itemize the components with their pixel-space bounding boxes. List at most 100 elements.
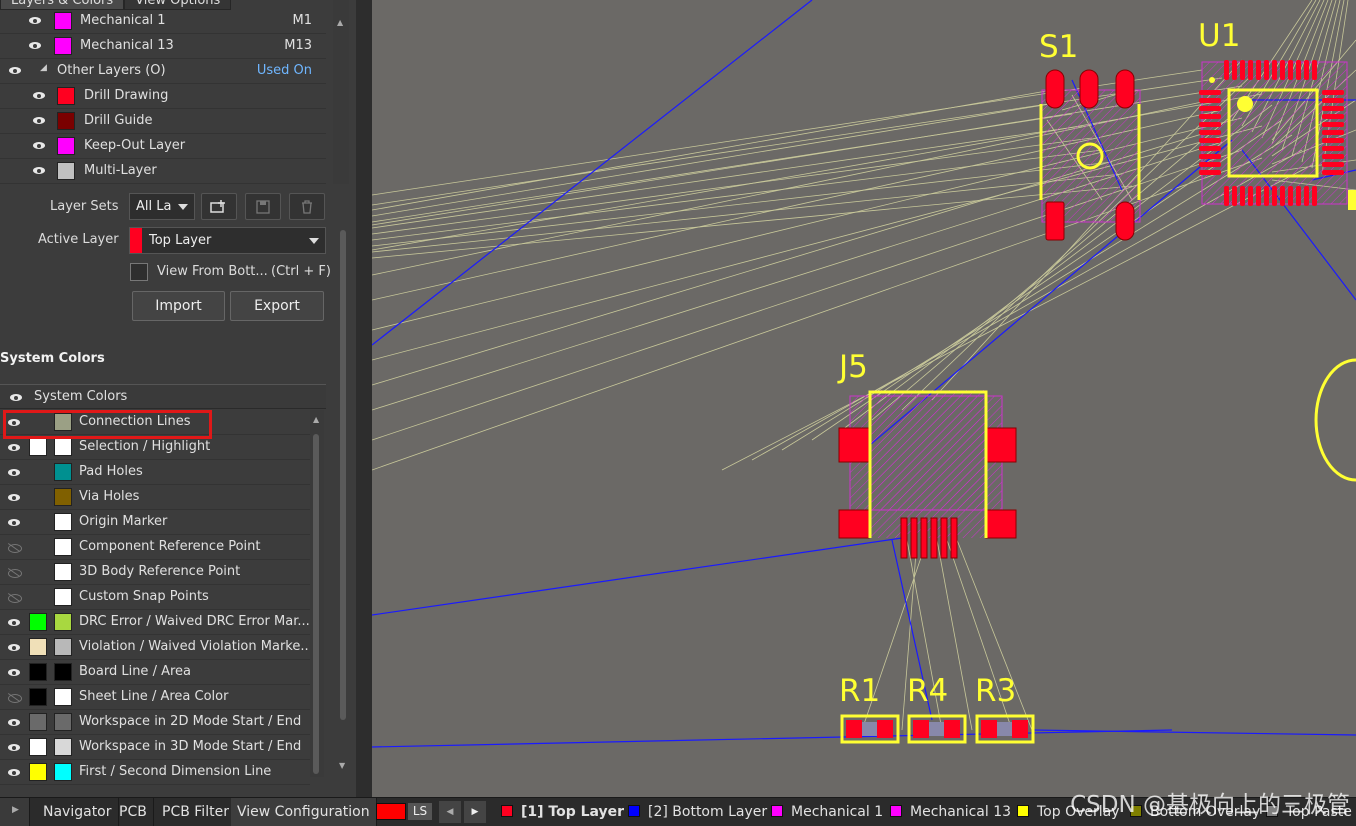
designator-u1[interactable]: U1 bbox=[1198, 21, 1240, 52]
layer-next-button[interactable]: ▶ bbox=[464, 801, 486, 823]
component-s1[interactable] bbox=[1039, 69, 1141, 241]
system-color-row[interactable]: Workspace in 3D Mode Start / End bbox=[0, 735, 310, 760]
layer-row-drill-drawing[interactable]: Drill Drawing bbox=[0, 84, 326, 109]
system-colors-scrollbar[interactable]: ▲ bbox=[310, 410, 324, 777]
eye-icon[interactable] bbox=[8, 443, 22, 453]
system-color-row[interactable]: First / Second Dimension Line bbox=[0, 760, 310, 785]
designator-s1[interactable]: S1 bbox=[1039, 32, 1078, 63]
selection-color-swatch[interactable] bbox=[29, 663, 47, 681]
system-color-swatch[interactable] bbox=[54, 463, 72, 481]
system-color-swatch[interactable] bbox=[54, 588, 72, 606]
system-color-swatch[interactable] bbox=[54, 538, 72, 556]
eye-icon[interactable] bbox=[33, 141, 47, 151]
layer-color-swatch[interactable] bbox=[57, 162, 75, 180]
tab-view-configuration[interactable]: View Configuration bbox=[231, 798, 377, 826]
view-from-bottom-checkbox[interactable] bbox=[130, 263, 148, 281]
system-color-swatch[interactable] bbox=[54, 488, 72, 506]
layer-color-swatch[interactable] bbox=[57, 112, 75, 130]
layer-tab-bottom-layer[interactable]: [2] Bottom Layer bbox=[628, 798, 767, 826]
system-color-row[interactable]: Workspace in 2D Mode Start / End bbox=[0, 710, 310, 735]
eye-icon[interactable] bbox=[33, 116, 47, 126]
layer-tab-mechanical-13[interactable]: Mechanical 13 bbox=[890, 798, 1011, 826]
eye-icon[interactable] bbox=[29, 16, 43, 26]
layer-color-swatch[interactable] bbox=[54, 37, 72, 55]
system-color-row[interactable]: Pad Holes bbox=[0, 460, 310, 485]
eye-hidden-icon[interactable] bbox=[8, 543, 22, 553]
selection-color-swatch[interactable] bbox=[29, 638, 47, 656]
current-layer-color-icon[interactable] bbox=[376, 803, 406, 820]
component-r4[interactable] bbox=[907, 714, 967, 744]
eye-icon[interactable] bbox=[9, 66, 23, 76]
collapse-arrow-icon[interactable]: ◢ bbox=[40, 63, 47, 73]
eye-icon[interactable] bbox=[8, 518, 22, 528]
import-button[interactable]: Import bbox=[132, 291, 225, 321]
eye-hidden-icon[interactable] bbox=[8, 593, 22, 603]
layer-color-swatch[interactable] bbox=[54, 12, 72, 30]
system-color-swatch[interactable] bbox=[54, 763, 72, 781]
system-color-swatch[interactable] bbox=[54, 638, 72, 656]
layer-row-multi-layer[interactable]: Multi-Layer bbox=[0, 159, 326, 184]
panel-scroll-thumb[interactable] bbox=[340, 230, 346, 720]
system-color-swatch[interactable] bbox=[54, 713, 72, 731]
panel-splitter[interactable] bbox=[356, 0, 372, 797]
layer-prev-button[interactable]: ◀ bbox=[439, 801, 461, 823]
layer-row-mechanical-1[interactable]: Mechanical 1 M1 bbox=[0, 9, 326, 34]
scroll-up-icon[interactable]: ▲ bbox=[313, 415, 319, 424]
scroll-down-icon[interactable]: ▼ bbox=[339, 761, 345, 770]
system-color-row[interactable]: Violation / Waived Violation Marke... bbox=[0, 635, 313, 660]
eye-icon[interactable] bbox=[10, 393, 24, 403]
active-layer-dropdown[interactable]: Top Layer bbox=[129, 227, 326, 254]
system-color-row[interactable]: DRC Error / Waived DRC Error Mar... bbox=[0, 610, 310, 635]
designator-r4[interactable]: R4 bbox=[907, 676, 948, 707]
component-r1[interactable] bbox=[840, 714, 900, 744]
used-on-filter[interactable]: Used On bbox=[257, 63, 312, 78]
layers-scrollbar[interactable]: ▲ bbox=[333, 0, 349, 184]
tab-pcb[interactable]: PCB bbox=[113, 798, 154, 826]
layer-row-drill-guide[interactable]: Drill Guide bbox=[0, 109, 326, 134]
system-color-swatch[interactable] bbox=[54, 738, 72, 756]
eye-hidden-icon[interactable] bbox=[8, 568, 22, 578]
eye-icon[interactable] bbox=[33, 166, 47, 176]
delete-layer-set-button[interactable] bbox=[289, 193, 325, 220]
tab-navigator[interactable]: Navigator bbox=[37, 798, 119, 826]
system-colors-header[interactable]: System Colors bbox=[0, 384, 326, 409]
system-color-swatch[interactable] bbox=[54, 563, 72, 581]
tab-pcb-filter[interactable]: PCB Filter bbox=[156, 798, 236, 826]
system-color-row[interactable]: Board Line / Area bbox=[0, 660, 310, 685]
eye-icon[interactable] bbox=[8, 768, 22, 778]
system-color-swatch[interactable] bbox=[54, 438, 72, 456]
system-color-row[interactable]: Via Holes bbox=[0, 485, 310, 510]
layer-tab-top-layer[interactable]: [1] Top Layer bbox=[501, 798, 624, 826]
component-u1[interactable] bbox=[1199, 60, 1348, 206]
system-color-row[interactable]: 3D Body Reference Point bbox=[0, 560, 310, 585]
system-color-row[interactable]: Origin Marker bbox=[0, 510, 310, 535]
eye-icon[interactable] bbox=[8, 468, 22, 478]
layer-row-keep-out[interactable]: Keep-Out Layer bbox=[0, 134, 326, 159]
designator-r1[interactable]: R1 bbox=[839, 676, 880, 707]
layer-color-swatch[interactable] bbox=[57, 137, 75, 155]
selection-color-swatch[interactable] bbox=[29, 688, 47, 706]
system-color-swatch[interactable] bbox=[54, 613, 72, 631]
selection-color-swatch[interactable] bbox=[29, 738, 47, 756]
system-colors-scroll-thumb[interactable] bbox=[313, 434, 319, 774]
pcb-canvas[interactable]: S1 U1 J5 R1 R4 R3 bbox=[372, 0, 1356, 797]
other-layers-group[interactable]: ◢ Other Layers (O) Used On bbox=[0, 59, 326, 84]
system-color-row[interactable]: Custom Snap Points bbox=[0, 585, 310, 610]
layer-color-swatch[interactable] bbox=[57, 87, 75, 105]
component-j5[interactable] bbox=[838, 390, 1017, 559]
eye-icon[interactable] bbox=[8, 668, 22, 678]
layer-sets-dropdown[interactable]: All La bbox=[129, 193, 195, 220]
eye-icon[interactable] bbox=[8, 718, 22, 728]
selection-color-swatch[interactable] bbox=[29, 763, 47, 781]
eye-icon[interactable] bbox=[33, 91, 47, 101]
layer-tab-mechanical-1[interactable]: Mechanical 1 bbox=[771, 798, 883, 826]
system-color-swatch[interactable] bbox=[54, 663, 72, 681]
layer-row-mechanical-13[interactable]: Mechanical 13 M13 bbox=[0, 34, 326, 59]
system-color-swatch[interactable] bbox=[54, 688, 72, 706]
panel-tabs-scroll-button[interactable]: ▶ bbox=[0, 798, 30, 826]
eye-hidden-icon[interactable] bbox=[8, 693, 22, 703]
designator-j5[interactable]: J5 bbox=[839, 352, 868, 383]
component-r3[interactable] bbox=[975, 714, 1035, 744]
selection-color-swatch[interactable] bbox=[29, 713, 47, 731]
selection-color-swatch[interactable] bbox=[29, 613, 47, 631]
